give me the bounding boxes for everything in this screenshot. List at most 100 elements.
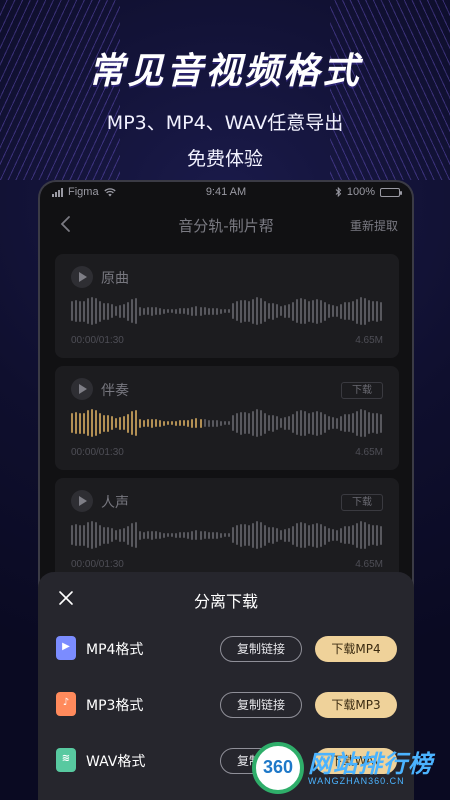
play-icon[interactable]: [71, 490, 93, 512]
waveform-bar: [147, 419, 150, 427]
waveform-bar: [95, 522, 98, 548]
waveform-bar: [123, 528, 126, 542]
waveform-bar: [195, 306, 198, 316]
waveform-bar: [179, 532, 182, 538]
waveform-bar: [207, 531, 210, 539]
waveform-bar: [83, 412, 86, 434]
copy-link-button[interactable]: 复制链接: [220, 692, 302, 718]
play-icon[interactable]: [71, 266, 93, 288]
copy-link-button[interactable]: 复制链接: [220, 636, 302, 662]
waveform-bar: [263, 412, 266, 434]
waveform-bar: [255, 409, 258, 437]
waveform-bar: [103, 414, 106, 432]
waveform-bar: [279, 530, 282, 540]
waveform-bar: [207, 307, 210, 315]
waveform-bar: [131, 523, 134, 547]
waveform-bar: [175, 420, 178, 426]
waveform-bar: [267, 415, 270, 431]
waveform-bar: [171, 309, 174, 313]
waveform-bar: [307, 524, 310, 546]
waveform-bar: [336, 529, 339, 541]
waveform-bar: [195, 530, 198, 540]
waveform-bar: [295, 299, 298, 323]
nav-bar: 音分轨-制片帮 重新提取: [40, 208, 412, 240]
waveform-bar: [151, 306, 154, 316]
waveform-bar: [167, 533, 170, 537]
waveform-bar: [215, 531, 218, 539]
waveform-bar: [71, 301, 73, 321]
track-card-original: 原曲 00:00/01:30 4.65M: [55, 254, 399, 358]
track-name: 伴奏: [101, 383, 129, 399]
waveform-bar: [103, 526, 106, 544]
waveform-bar: [243, 524, 246, 546]
waveform[interactable]: [71, 520, 383, 550]
waveform-bar: [287, 528, 290, 542]
format-row-wav: ≋ WAV格式 复制链接 下载WAV: [38, 742, 414, 778]
track-size: 4.65M: [355, 447, 383, 458]
waveform-bar: [303, 410, 306, 436]
waveform-bar: [79, 300, 82, 322]
waveform-bar: [364, 297, 367, 325]
promo-banner: 常见音视频格式 MP3、MP4、WAV任意导出 免费体验: [0, 0, 450, 180]
waveform-bar: [199, 418, 202, 428]
waveform-bar: [376, 524, 379, 546]
waveform-bar: [211, 531, 214, 539]
waveform-bar: [99, 300, 102, 322]
waveform-bar: [171, 421, 174, 425]
promo-subtitle-free: 免费体验: [186, 148, 263, 170]
battery-percent: 100%: [346, 186, 375, 198]
waveform-bar: [163, 420, 166, 426]
waveform-bar: [283, 416, 286, 430]
waveform-bar: [91, 409, 94, 437]
waveform-bar: [303, 522, 306, 548]
wav-file-icon: ≋: [56, 748, 76, 772]
track-time: 00:00/01:30: [71, 447, 124, 458]
waveform-bar: [183, 532, 186, 538]
waveform-bar: [91, 297, 94, 325]
waveform-bar: [376, 300, 379, 322]
waveform-bar: [356, 410, 359, 436]
format-label: WAV格式: [86, 754, 146, 770]
waveform-bar: [159, 307, 162, 315]
download-button[interactable]: 下载: [341, 494, 383, 511]
format-label: MP3格式: [86, 698, 144, 714]
waveform-bar: [279, 418, 282, 428]
waveform-bar: [143, 419, 146, 427]
waveform-bar: [267, 527, 270, 543]
waveform-bar: [175, 308, 178, 314]
waveform-bar: [231, 415, 234, 431]
copy-link-button[interactable]: 复制链接: [220, 748, 302, 774]
waveform-bar: [199, 306, 202, 316]
waveform-bar: [255, 297, 258, 325]
waveform-bar: [151, 530, 154, 540]
waveform-bar: [364, 521, 367, 549]
waveform[interactable]: [71, 408, 383, 438]
waveform-bar: [191, 530, 194, 540]
waveform-bar: [352, 525, 355, 545]
play-icon[interactable]: [71, 378, 93, 400]
waveform-bar: [99, 412, 102, 434]
waveform-bar: [267, 303, 270, 319]
waveform-bar: [187, 419, 190, 427]
waveform-bar: [111, 304, 114, 318]
waveform-bar: [203, 531, 206, 539]
audio-file-icon: ♪: [56, 692, 76, 716]
promo-title: 常见音视频格式: [88, 51, 362, 92]
waveform[interactable]: [71, 296, 383, 326]
download-mp4-button[interactable]: 下载MP4: [315, 636, 397, 662]
download-button[interactable]: 下载: [341, 382, 383, 399]
waveform-bar: [127, 525, 130, 545]
waveform-bar: [299, 298, 302, 324]
re-extract-button[interactable]: 重新提取: [350, 217, 398, 234]
waveform-bar: [135, 410, 138, 436]
waveform-bar: [275, 416, 278, 430]
waveform-bar: [239, 411, 242, 435]
waveform-bar: [251, 522, 254, 548]
waveform-bar: [163, 308, 166, 314]
waveform-bar: [364, 409, 367, 437]
waveform-bar: [235, 525, 238, 545]
download-mp3-button[interactable]: 下载MP3: [315, 692, 397, 718]
download-wav-button[interactable]: 下载WAV: [315, 748, 397, 774]
waveform-bar: [332, 305, 335, 317]
battery-icon: [380, 187, 402, 197]
